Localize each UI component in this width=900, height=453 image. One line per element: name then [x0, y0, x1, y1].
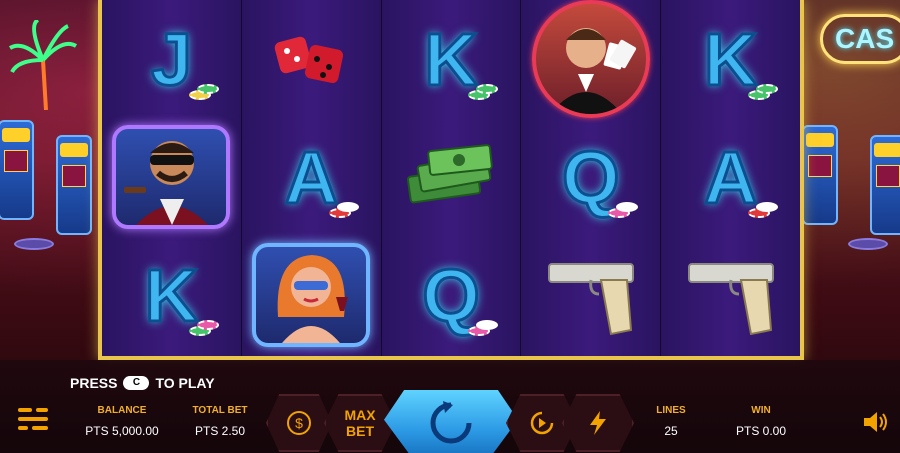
- chips-icon: [185, 320, 219, 340]
- win-value: PTS 0.00: [735, 424, 787, 438]
- max-bet-line2: BET: [346, 423, 374, 439]
- spin-arrow-icon: [430, 401, 472, 444]
- max-bet-label: MAX BET: [344, 407, 375, 439]
- to-play-label: TO PLAY: [155, 375, 215, 391]
- symbol-cell: [521, 236, 660, 354]
- spin-button[interactable]: [384, 390, 518, 453]
- cash-stack-icon: [406, 144, 493, 204]
- svg-text:$: $: [295, 415, 303, 431]
- reel-4: Q: [521, 0, 662, 356]
- press-to-play-hint: PRESS C TO PLAY: [70, 375, 215, 391]
- chips-icon: [744, 84, 778, 104]
- symbol-cell: K: [102, 236, 241, 354]
- coin-icon: $: [287, 411, 311, 435]
- symbol-cell: [242, 236, 381, 354]
- symbol-cell: [242, 0, 381, 118]
- total-bet-display: TOTAL BET PTS 2.50: [182, 405, 258, 438]
- lines-value: 25: [664, 424, 678, 438]
- keyboard-key-icon: C: [123, 376, 150, 390]
- symbol-cell: J: [102, 0, 241, 118]
- balance-label: BALANCE: [97, 405, 147, 416]
- lines-label: LINES: [656, 405, 686, 416]
- autoplay-icon: [530, 411, 554, 435]
- stool-decor: [14, 238, 54, 250]
- symbol-cell: [102, 118, 241, 236]
- chips-icon: [744, 202, 778, 222]
- chips-icon: [325, 202, 359, 222]
- neon-palm-icon: [8, 20, 78, 110]
- sound-icon[interactable]: [862, 410, 888, 434]
- turbo-button[interactable]: [562, 394, 634, 452]
- casino-neon-sign: CAS: [820, 14, 900, 64]
- chips-icon: [185, 84, 219, 104]
- left-casino-scene: [0, 0, 100, 360]
- pistol-icon: [687, 263, 774, 336]
- press-label: PRESS: [70, 375, 118, 391]
- bet-settings-button[interactable]: $: [266, 394, 332, 452]
- stool-decor: [848, 238, 888, 250]
- reels-frame: J K A K Q Q K A: [98, 0, 804, 360]
- reel-1: J K: [102, 0, 242, 356]
- win-label: WIN: [751, 405, 771, 416]
- symbol-cell: [661, 236, 800, 354]
- card-dealer-portrait-icon: [531, 0, 650, 118]
- mobster-portrait-icon: [112, 125, 231, 229]
- max-bet-button[interactable]: MAX BET: [324, 394, 396, 452]
- control-bar: PRESS C TO PLAY BALANCE PTS 5,000.00 TOT…: [0, 360, 900, 453]
- total-bet-value: PTS 2.50: [194, 424, 246, 438]
- max-bet-line1: MAX: [344, 407, 376, 423]
- chips-icon: [464, 320, 499, 340]
- symbol-cell: K: [661, 0, 800, 118]
- slot-machine-decor: [870, 135, 900, 235]
- blonde-lady-portrait-icon: [252, 243, 371, 347]
- symbol-cell: [382, 118, 521, 236]
- total-bet-label: TOTAL BET: [192, 405, 248, 416]
- balance-value: PTS 5,000.00: [85, 424, 159, 438]
- reel-2: A: [241, 0, 382, 356]
- reel-5: K A: [661, 0, 800, 356]
- pistol-icon: [547, 263, 634, 336]
- symbol-cell: A: [242, 118, 381, 236]
- symbol-cell: [521, 0, 660, 118]
- chips-icon: [464, 84, 499, 104]
- symbol-cell: Q: [521, 118, 660, 236]
- dice-icon: [274, 36, 344, 84]
- balance-display: BALANCE PTS 5,000.00: [82, 405, 162, 438]
- chips-icon: [604, 202, 639, 222]
- symbol-cell: Q: [382, 236, 521, 354]
- slot-machine-decor: [0, 120, 34, 220]
- lightning-icon: [590, 411, 606, 435]
- symbol-cell: K: [382, 0, 521, 118]
- menu-button[interactable]: [18, 406, 48, 432]
- win-display: WIN PTS 0.00: [726, 405, 796, 438]
- lines-display: LINES 25: [646, 405, 696, 438]
- right-casino-scene: CAS: [800, 0, 900, 360]
- slot-machine-decor: [56, 135, 92, 235]
- symbol-cell: A: [661, 118, 800, 236]
- reel-3: K Q: [381, 0, 522, 356]
- slot-machine-decor: [802, 125, 838, 225]
